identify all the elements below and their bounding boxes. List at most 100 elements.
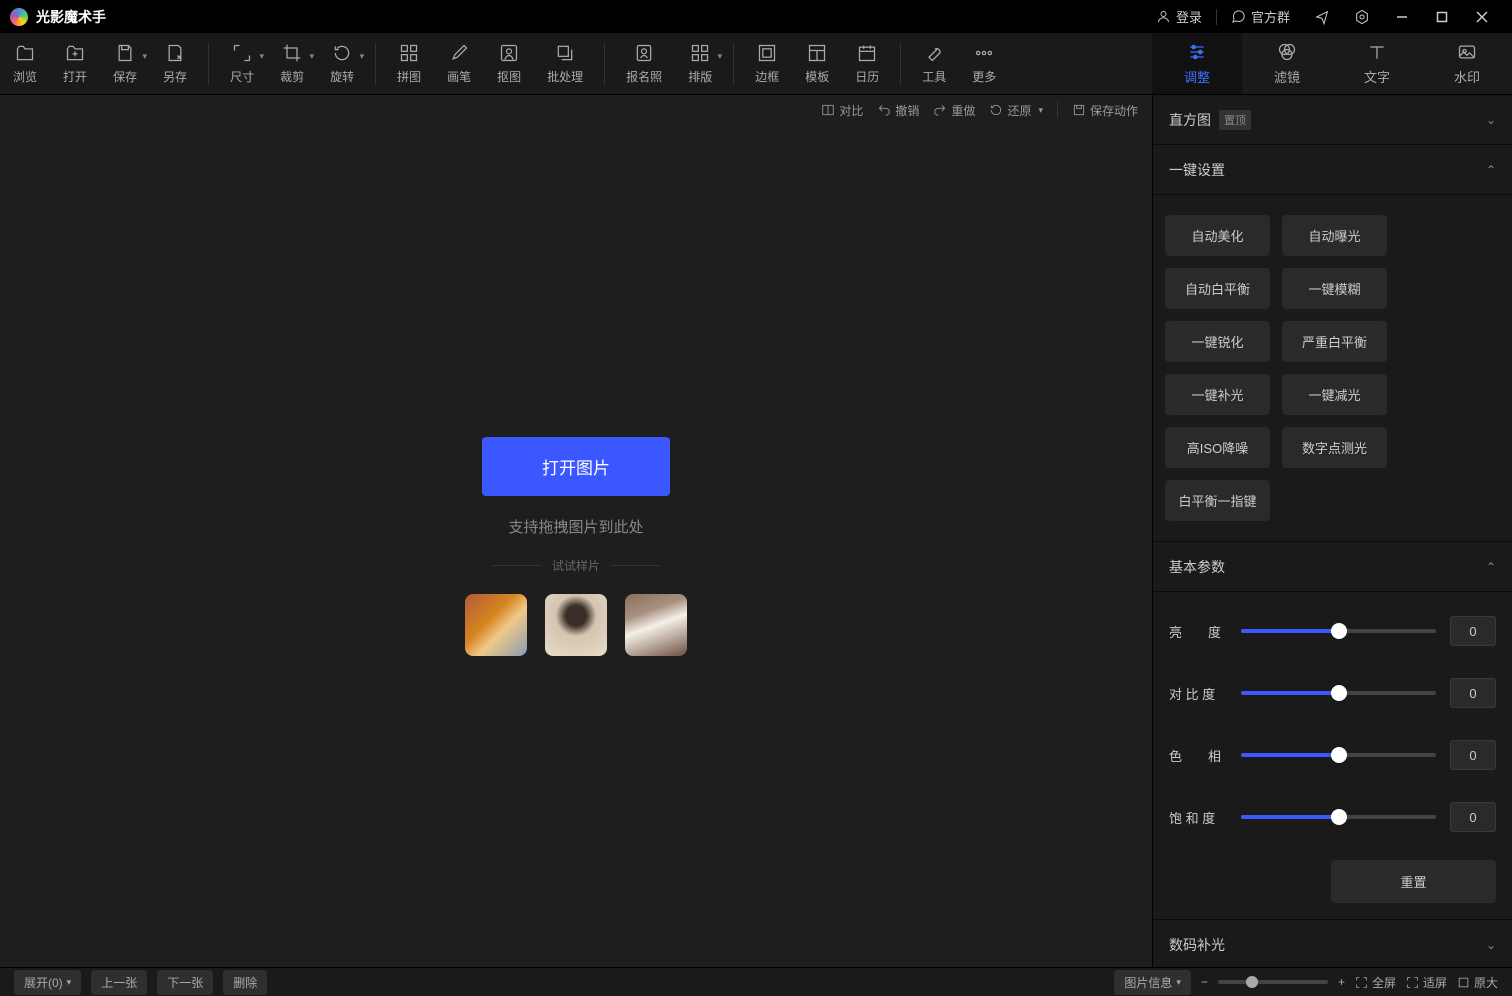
quickset-btn-0[interactable]: 自动美化 <box>1165 215 1270 256</box>
slider-label: 亮 度 <box>1169 622 1227 641</box>
browse-button[interactable]: 浏览 <box>0 33 50 94</box>
layout-button[interactable]: 排版▾ <box>675 33 725 94</box>
share-button[interactable] <box>1302 0 1342 33</box>
collage-button[interactable]: 拼图 <box>384 33 434 94</box>
slider-1[interactable] <box>1241 691 1436 695</box>
idphoto-button[interactable]: 报名照 <box>613 33 675 94</box>
undo-button[interactable]: 撤销 <box>877 102 919 119</box>
quickset-btn-3[interactable]: 一键模糊 <box>1282 268 1387 309</box>
zoom-in-button[interactable]: + <box>1338 975 1345 989</box>
quickset-btn-5[interactable]: 严重白平衡 <box>1282 321 1387 362</box>
quickset-btn-2[interactable]: 自动白平衡 <box>1165 268 1270 309</box>
slider-0[interactable] <box>1241 629 1436 633</box>
tools-button[interactable]: 工具 <box>909 33 959 94</box>
template-icon <box>807 43 827 63</box>
quickset-btn-10[interactable]: 白平衡一指键 <box>1165 480 1270 521</box>
layout-icon <box>690 43 710 63</box>
redo-button[interactable]: 重做 <box>933 102 975 119</box>
restore-button[interactable]: 还原▾ <box>989 102 1043 119</box>
zoom-slider[interactable] <box>1218 980 1328 984</box>
minimize-icon <box>1396 11 1408 23</box>
grid-icon <box>399 43 419 63</box>
tab-filter[interactable]: 滤镜 <box>1242 33 1332 94</box>
reset-button[interactable]: 重置 <box>1331 860 1496 903</box>
delete-button[interactable]: 删除 <box>223 970 267 995</box>
share-icon <box>1314 9 1330 25</box>
compare-button[interactable]: 对比 <box>821 102 863 119</box>
border-button[interactable]: 边框 <box>742 33 792 94</box>
close-icon <box>1476 11 1488 23</box>
saveas-button[interactable]: 另存 <box>150 33 200 94</box>
user-icon <box>1156 9 1171 24</box>
login-button[interactable]: 登录 <box>1144 0 1214 33</box>
slider-value-1[interactable] <box>1450 678 1496 708</box>
fullscreen-button[interactable]: 全屏 <box>1355 974 1396 991</box>
restore-icon <box>989 103 1003 117</box>
size-button[interactable]: 尺寸▾ <box>217 33 267 94</box>
saveaction-button[interactable]: 保存动作 <box>1072 102 1138 119</box>
save-button[interactable]: 保存▾ <box>100 33 150 94</box>
maximize-button[interactable] <box>1422 0 1462 33</box>
app-title: 光影魔术手 <box>36 7 106 27</box>
slider-label: 色 相 <box>1169 746 1227 765</box>
quickset-header[interactable]: 一键设置 ⌃ <box>1153 145 1512 195</box>
template-button[interactable]: 模板 <box>792 33 842 94</box>
calendar-button[interactable]: 日历 <box>842 33 892 94</box>
titlebar: 光影魔术手 登录 官方群 <box>0 0 1512 33</box>
calendar-icon <box>857 43 877 63</box>
next-button[interactable]: 下一张 <box>157 970 213 995</box>
zoom-out-button[interactable]: − <box>1201 975 1208 989</box>
close-button[interactable] <box>1462 0 1502 33</box>
quickset-btn-8[interactable]: 高ISO降噪 <box>1165 427 1270 468</box>
text-icon <box>1367 42 1387 62</box>
crop-button[interactable]: 裁剪▾ <box>267 33 317 94</box>
slider-3[interactable] <box>1241 815 1436 819</box>
prev-button[interactable]: 上一张 <box>91 970 147 995</box>
basic-header[interactable]: 基本参数 ⌃ <box>1153 542 1512 592</box>
undo-icon <box>877 103 891 117</box>
open-image-button[interactable]: 打开图片 <box>482 437 670 496</box>
save-icon <box>115 43 135 63</box>
cutout-button[interactable]: 抠图 <box>484 33 534 94</box>
crop-icon <box>282 43 302 63</box>
original-button[interactable]: 原大 <box>1457 974 1498 991</box>
main-toolbar: 浏览 打开 保存▾ 另存 尺寸▾ 裁剪▾ 旋转▾ 拼图 画笔 抠图 批处理 报名… <box>0 33 1512 95</box>
quickset-btn-6[interactable]: 一键补光 <box>1165 374 1270 415</box>
sample-label: 试试样片 <box>492 557 660 574</box>
slider-value-2[interactable] <box>1450 740 1496 770</box>
brush-icon <box>449 43 469 63</box>
settings-button[interactable] <box>1342 0 1382 33</box>
saveaction-icon <box>1072 103 1086 117</box>
open-button[interactable]: 打开 <box>50 33 100 94</box>
wrench-icon <box>924 43 944 63</box>
slider-value-3[interactable] <box>1450 802 1496 832</box>
digitalfill-header[interactable]: 数码补光⌄ <box>1153 920 1512 967</box>
hexagon-icon <box>1354 9 1370 25</box>
rotate-button[interactable]: 旋转▾ <box>317 33 367 94</box>
quickset-btn-1[interactable]: 自动曝光 <box>1282 215 1387 256</box>
border-icon <box>757 43 777 63</box>
quickset-btn-9[interactable]: 数字点测光 <box>1282 427 1387 468</box>
canvas-area: 对比 撤销 重做 还原▾ 保存动作 打开图片 支持拖拽图片到此处 试试样片 <box>0 95 1152 967</box>
histogram-header[interactable]: 直方图置顶 ⌄ <box>1153 95 1512 145</box>
more-button[interactable]: 更多 <box>959 33 1009 94</box>
expand-button[interactable]: 展开(0)▾ <box>14 970 81 995</box>
tab-adjust[interactable]: 调整 <box>1152 33 1242 94</box>
fullscreen-icon <box>1355 976 1368 989</box>
group-button[interactable]: 官方群 <box>1219 0 1302 33</box>
tab-text[interactable]: 文字 <box>1332 33 1422 94</box>
tab-watermark[interactable]: 水印 <box>1422 33 1512 94</box>
batch-button[interactable]: 批处理 <box>534 33 596 94</box>
quickset-btn-4[interactable]: 一键锐化 <box>1165 321 1270 362</box>
slider-value-0[interactable] <box>1450 616 1496 646</box>
quickset-btn-7[interactable]: 一键减光 <box>1282 374 1387 415</box>
fit-button[interactable]: 适屏 <box>1406 974 1447 991</box>
brush-button[interactable]: 画笔 <box>434 33 484 94</box>
imageinfo-button[interactable]: 图片信息▾ <box>1114 970 1191 995</box>
pin-badge[interactable]: 置顶 <box>1219 110 1251 130</box>
sample-image-1[interactable] <box>465 594 527 656</box>
sample-image-3[interactable] <box>625 594 687 656</box>
sample-image-2[interactable] <box>545 594 607 656</box>
minimize-button[interactable] <box>1382 0 1422 33</box>
slider-2[interactable] <box>1241 753 1436 757</box>
